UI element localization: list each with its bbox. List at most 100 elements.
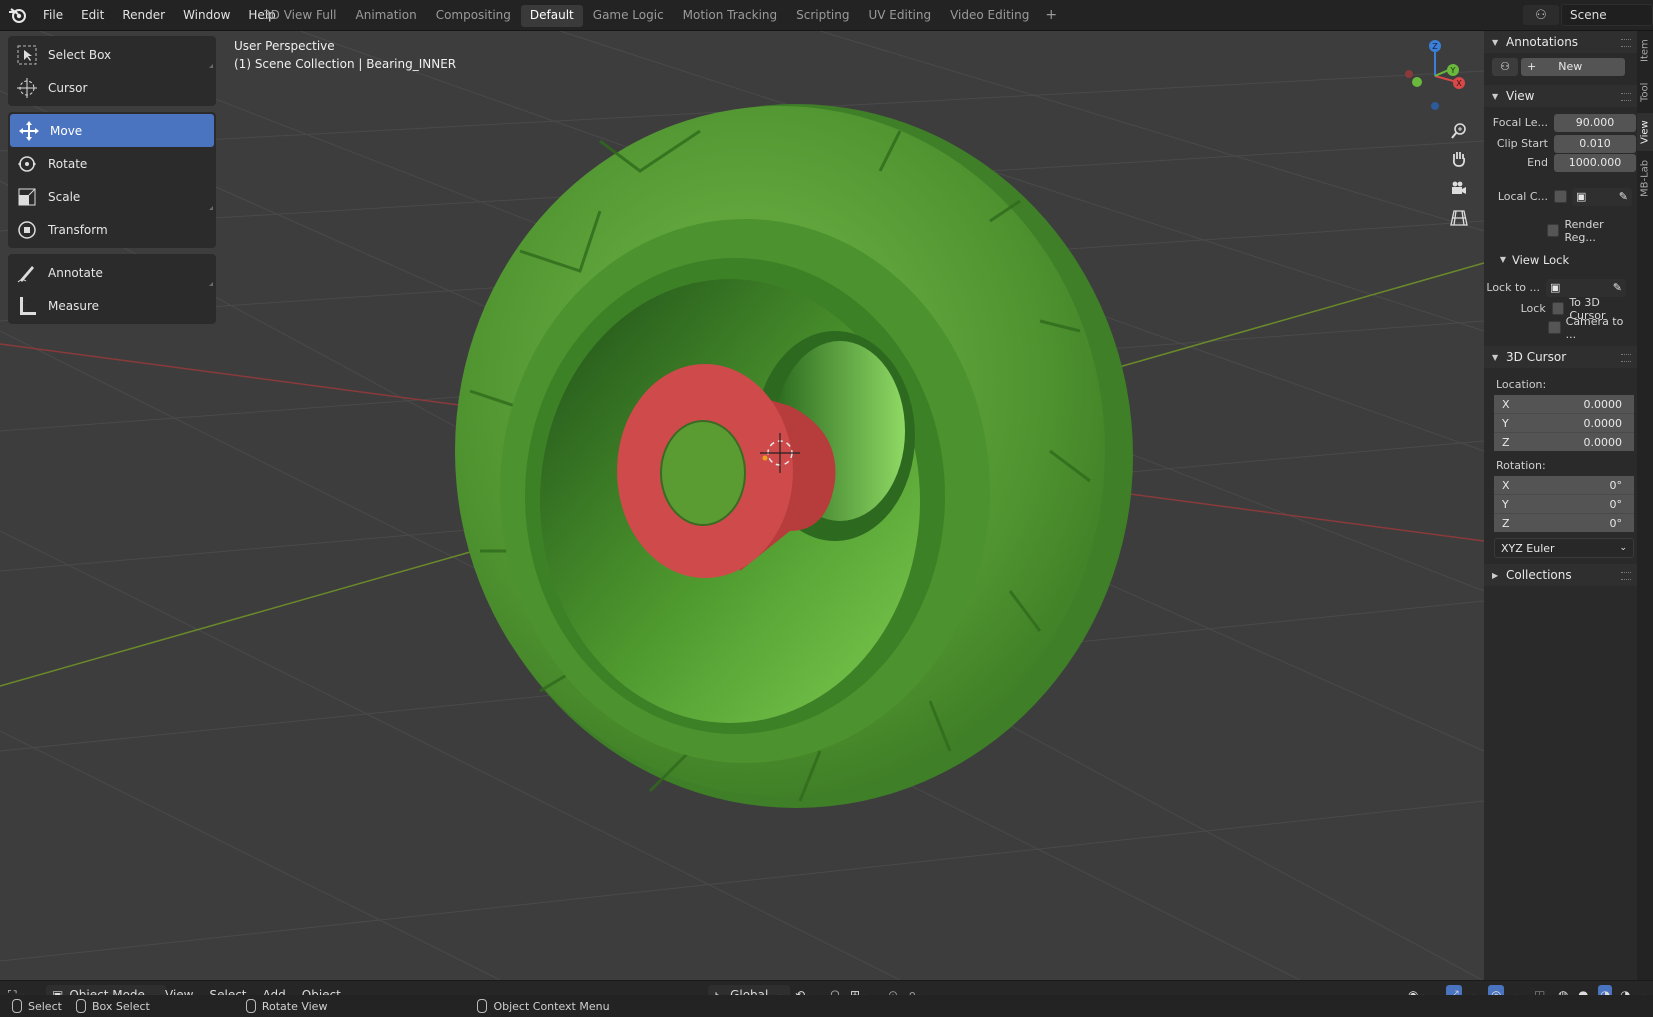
rotation-mode-dropdown[interactable]: XYZ Euler ⌄ — [1494, 538, 1634, 558]
cursor-rotation-z-field[interactable]: Z 0° — [1494, 513, 1634, 532]
clip-end-field[interactable]: 1000.000 — [1554, 153, 1636, 172]
cursor-location-y-field[interactable]: Y 0.0000 — [1494, 413, 1634, 432]
tab-compositing[interactable]: Compositing — [427, 5, 520, 27]
clip-start-field[interactable]: 0.010 — [1554, 134, 1636, 153]
lock-camera-row: Camera to ... — [1484, 315, 1637, 341]
tool-scale[interactable]: Scale — [8, 180, 216, 213]
local-camera-row: Local C... ▣ ✎ — [1484, 187, 1637, 206]
navigation-gizmo[interactable]: Z X Y — [1395, 36, 1475, 116]
lock-to-3d-cursor-checkbox[interactable] — [1551, 302, 1565, 315]
annotate-tools-group: Annotate Measure — [8, 254, 216, 324]
cursor-location-z-field[interactable]: Z 0.0000 — [1494, 432, 1634, 451]
tool-measure[interactable]: Measure — [8, 289, 216, 322]
tab-scripting[interactable]: Scripting — [787, 5, 858, 27]
menu-file[interactable]: File — [34, 8, 72, 22]
transform-icon — [14, 217, 40, 243]
perspective-grid-icon[interactable] — [1447, 206, 1471, 230]
tool-move[interactable]: Move — [10, 114, 214, 147]
tab-view[interactable]: View — [1637, 113, 1653, 151]
expand-arrow-icon: ▶ — [1492, 570, 1499, 580]
rotate-icon — [14, 151, 40, 177]
tool-options-corner — [209, 206, 213, 210]
collections-panel-header[interactable]: ▶ Collections — [1484, 564, 1637, 586]
mouse-middle-icon — [245, 999, 256, 1013]
scene-name-field[interactable]: Scene — [1561, 4, 1653, 26]
transform-tools-group: Move Rotate Scale Transform — [8, 112, 216, 248]
local-camera-checkbox[interactable] — [1554, 190, 1567, 203]
tab-default[interactable]: Default — [520, 5, 583, 27]
chevron-down-icon: ⌄ — [1619, 543, 1627, 553]
tool-shelf: Select Box Cursor Move Rotate Scale Tran… — [8, 36, 216, 330]
lock-to-object-field[interactable]: ▣ ✎ — [1546, 278, 1626, 297]
tab-uv-editing[interactable]: UV Editing — [860, 5, 941, 27]
status-select: Select — [28, 999, 62, 1013]
svg-text:X: X — [1456, 79, 1462, 88]
menu-edit[interactable]: Edit — [72, 8, 113, 22]
camera-object-icon: ▣ — [1576, 190, 1587, 203]
drag-grip-icon[interactable] — [1621, 354, 1631, 362]
tool-label: Measure — [48, 298, 99, 313]
plus-icon: + — [1527, 60, 1537, 73]
camera-view-icon[interactable] — [1447, 177, 1471, 201]
3d-cursor-panel-header[interactable]: ▼ 3D Cursor — [1484, 346, 1637, 368]
cursor-rotation-x-field[interactable]: X 0° — [1494, 476, 1634, 494]
tool-label: Annotate — [48, 265, 103, 280]
status-rotate-view: Rotate View — [261, 999, 328, 1013]
mouse-left-icon — [12, 999, 22, 1013]
annotations-panel-header[interactable]: ▼ Annotations — [1484, 31, 1637, 53]
add-workspace-button[interactable]: + — [1039, 5, 1063, 27]
annotation-source-icon[interactable]: ⚇ — [1492, 57, 1518, 76]
tab-motion-tracking[interactable]: Motion Tracking — [674, 5, 786, 27]
zoom-icon[interactable] — [1447, 119, 1471, 143]
tab-animation[interactable]: Animation — [347, 5, 426, 27]
move-icon — [16, 118, 42, 144]
tool-rotate[interactable]: Rotate — [8, 147, 216, 180]
eyedropper-icon[interactable]: ✎ — [1613, 281, 1622, 294]
location-label: Location: — [1496, 378, 1547, 391]
drag-grip-icon[interactable] — [1621, 572, 1631, 580]
blender-logo-icon[interactable] — [8, 6, 28, 24]
view-panel-header[interactable]: ▼ View — [1484, 85, 1637, 107]
tool-select-box[interactable]: Select Box — [8, 38, 216, 71]
tool-transform[interactable]: Transform — [8, 213, 216, 246]
viewport-scene — [0, 31, 1484, 980]
view-perspective-label: User Perspective — [234, 39, 335, 53]
tab-video-editing[interactable]: Video Editing — [941, 5, 1038, 27]
view-lock-subheader[interactable]: ▼ View Lock — [1484, 250, 1637, 269]
local-camera-field[interactable]: ▣ ✎ — [1572, 187, 1632, 206]
cursor-rotation-y-field[interactable]: Y 0° — [1494, 494, 1634, 513]
eyedropper-icon[interactable]: ✎ — [1619, 190, 1628, 203]
tab-3d-view-full[interactable]: 3D View Full — [254, 5, 346, 27]
menu-render[interactable]: Render — [113, 8, 174, 22]
mouse-right-icon — [477, 999, 488, 1013]
rotation-label: Rotation: — [1496, 459, 1546, 472]
tab-tool[interactable]: Tool — [1637, 73, 1653, 111]
scene-selector: ⚇ Scene — [1523, 4, 1653, 26]
lock-to-object-row: Lock to ... ▣ ✎ — [1484, 278, 1637, 297]
pan-hand-icon[interactable] — [1447, 147, 1471, 171]
tab-game-logic[interactable]: Game Logic — [584, 5, 673, 27]
new-annotation-button[interactable]: + New — [1521, 57, 1625, 76]
clip-start-row: Clip Start 0.010 — [1484, 134, 1637, 153]
focal-length-field[interactable]: 90.000 — [1554, 113, 1636, 132]
object-icon: ▣ — [1550, 281, 1561, 294]
render-region-row: Render Reg... — [1484, 218, 1637, 244]
tool-annotate[interactable]: Annotate — [8, 256, 216, 289]
render-region-checkbox[interactable] — [1546, 224, 1560, 237]
measure-icon — [14, 293, 40, 319]
drag-grip-icon[interactable] — [1621, 93, 1631, 101]
tab-item[interactable]: Item — [1637, 31, 1653, 71]
sidebar-n-panel: ▼ Annotations ⚇ + New ▼ View Focal Le...… — [1484, 31, 1637, 980]
drag-grip-icon[interactable] — [1621, 39, 1631, 47]
cursor-location-x-field[interactable]: X 0.0000 — [1494, 395, 1634, 413]
tool-cursor[interactable]: Cursor — [8, 71, 216, 104]
3d-viewport[interactable]: User Perspective (1) Scene Collection | … — [0, 31, 1484, 980]
scene-icon[interactable]: ⚇ — [1523, 5, 1559, 25]
tool-label: Transform — [48, 222, 108, 237]
svg-text:Y: Y — [1450, 66, 1456, 75]
tab-mb-lab[interactable]: MB-Lab — [1637, 153, 1653, 203]
clip-end-row: End 1000.000 — [1484, 153, 1637, 172]
lock-camera-to-view-checkbox[interactable] — [1547, 321, 1561, 334]
scale-icon — [14, 184, 40, 210]
menu-window[interactable]: Window — [174, 8, 239, 22]
